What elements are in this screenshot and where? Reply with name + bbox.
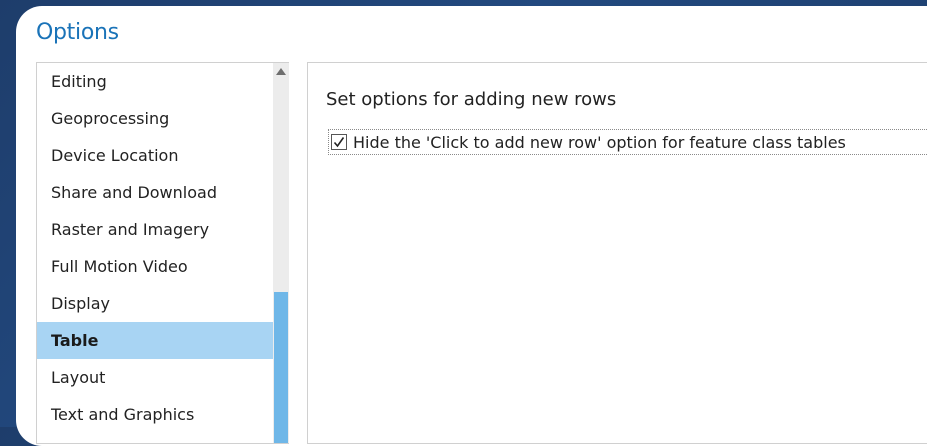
sidebar-item-geoprocessing[interactable]: Geoprocessing xyxy=(37,100,273,137)
options-dialog: Options Editing Geoprocessing Device Loc… xyxy=(16,6,927,446)
hide-add-row-checkbox[interactable] xyxy=(331,134,347,150)
sidebar-item-full-motion-video[interactable]: Full Motion Video xyxy=(37,248,273,285)
hide-add-row-label: Hide the 'Click to add new row' option f… xyxy=(353,132,846,152)
sidebar-item-table[interactable]: Table xyxy=(37,322,273,359)
options-content-panel: Set options for adding new rows Hide the… xyxy=(307,62,927,444)
sidebar-item-text-and-graphics[interactable]: Text and Graphics xyxy=(37,396,273,433)
scroll-up-icon[interactable] xyxy=(276,68,286,75)
options-nav-panel: Editing Geoprocessing Device Location Sh… xyxy=(36,62,289,444)
nav-scrollbar[interactable] xyxy=(273,63,289,443)
options-nav-list: Editing Geoprocessing Device Location Sh… xyxy=(37,63,273,433)
section-heading: Set options for adding new rows xyxy=(326,89,617,110)
scroll-thumb[interactable] xyxy=(274,292,288,443)
sidebar-item-layout[interactable]: Layout xyxy=(37,359,273,396)
checkmark-icon xyxy=(333,137,345,148)
dialog-title: Options xyxy=(36,20,119,45)
sidebar-item-raster-and-imagery[interactable]: Raster and Imagery xyxy=(37,211,273,248)
hide-add-row-option[interactable]: Hide the 'Click to add new row' option f… xyxy=(328,129,927,155)
sidebar-item-editing[interactable]: Editing xyxy=(37,63,273,100)
sidebar-item-device-location[interactable]: Device Location xyxy=(37,137,273,174)
sidebar-item-share-and-download[interactable]: Share and Download xyxy=(37,174,273,211)
sidebar-item-display[interactable]: Display xyxy=(37,285,273,322)
